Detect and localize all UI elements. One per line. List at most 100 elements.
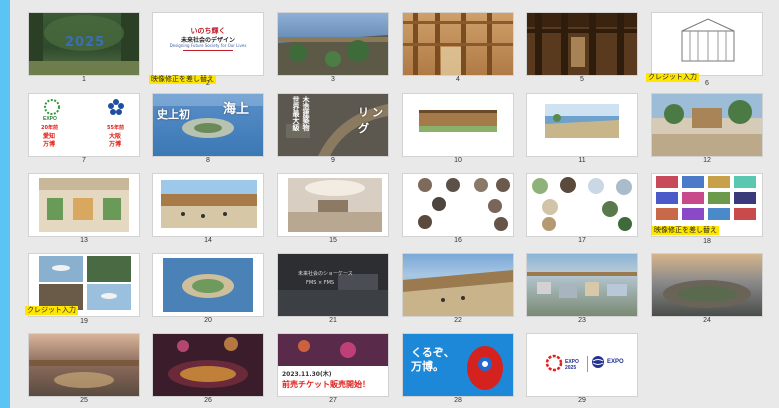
slide-thumbnail[interactable]: 16	[403, 174, 513, 247]
pavilion-photo	[531, 177, 549, 195]
slide-thumbnail[interactable]: 26	[153, 334, 263, 407]
headline-text: リング	[358, 106, 386, 135]
hall-interior-image	[288, 178, 382, 232]
slide-number: 3	[331, 76, 335, 83]
caption-text: 未来社会のショーケース	[298, 271, 353, 277]
logo-text: EXPO	[607, 359, 624, 365]
pavilion-photo	[541, 216, 557, 232]
portrait	[417, 177, 433, 193]
slide-number: 6	[705, 80, 709, 87]
rooftop-garden-image	[278, 35, 388, 75]
title-2025-text: 2025	[65, 35, 106, 50]
slide-thumbnail[interactable]: 22	[403, 254, 513, 327]
slide-thumbnail[interactable]: 24	[652, 254, 762, 327]
credit-note: クレジット入力	[25, 306, 78, 315]
portrait	[417, 214, 433, 230]
pavilion-photo	[601, 200, 619, 218]
pavilion-photo	[617, 216, 633, 232]
slide-preview	[527, 94, 637, 156]
slide-preview	[403, 94, 513, 156]
slide-thumbnail[interactable]: 史上初 海上 8	[153, 94, 263, 167]
slide-thumbnail[interactable]: EXPO 2025 EXPO 29	[527, 334, 637, 407]
slide-thumbnail[interactable]: 23	[527, 254, 637, 327]
slide-number: 7	[82, 157, 86, 164]
slide-preview	[527, 13, 637, 75]
slide-number: 14	[204, 237, 212, 244]
ring-crowd-image	[161, 180, 257, 228]
left-accent-bar	[0, 0, 10, 408]
slide-thumbnail[interactable]: 17	[527, 174, 637, 247]
slide-preview	[403, 174, 513, 236]
slide-thumbnail[interactable]: いのち輝く 未来社会のデザイン Designing Future Society…	[149, 13, 263, 87]
slide-preview	[153, 254, 263, 316]
slide-thumbnail[interactable]: 10	[403, 94, 513, 167]
divider	[587, 356, 588, 372]
slide-thumbnail[interactable]: 13	[29, 174, 139, 247]
slide-thumbnail[interactable]: クレジット入力 6	[646, 13, 762, 87]
slide-preview	[153, 334, 263, 396]
slide-thumbnail[interactable]: EXPO 20年前 愛知 万博 55年前 大阪 万博 7	[29, 94, 139, 167]
slide-thumbnail[interactable]: 世界最大級 木造建築物 リング 9	[278, 94, 388, 167]
ring-walkway-image	[403, 270, 513, 316]
slide-thumbnail[interactable]: 未来社会のショーケース FMS × FMS 21	[278, 254, 388, 327]
slide-sorter-pane[interactable]: 2025 1 いのち輝く 未来社会のデザイン Designing Future …	[10, 0, 779, 408]
slide-thumbnail[interactable]: 14	[153, 174, 263, 247]
slide-number: 18	[703, 238, 711, 245]
portrait	[495, 177, 511, 193]
slide-thumbnail[interactable]: 12	[652, 94, 762, 167]
headline-text: 世界最大級	[292, 96, 300, 131]
slide-number: 26	[204, 397, 212, 404]
slide-number: 28	[454, 397, 462, 404]
slide-thumbnail[interactable]: くるぞ、 万博。 28	[403, 334, 513, 407]
slide-preview	[278, 13, 388, 75]
wooden-columns-image	[527, 13, 637, 75]
slide-thumbnail[interactable]: 20	[153, 254, 263, 327]
slide-thumbnail[interactable]: 11	[527, 94, 637, 167]
slide-preview	[527, 174, 637, 236]
slide-number: 17	[578, 237, 586, 244]
pavilion-photo	[559, 176, 577, 194]
slide-thumbnail[interactable]: 2025 1	[29, 13, 139, 86]
slide-thumbnail[interactable]: 3	[278, 13, 388, 86]
pavilion-photo	[587, 177, 605, 195]
waterfront-image	[545, 104, 619, 138]
evening-plaza-image	[29, 360, 139, 388]
ring-exterior-image	[403, 94, 513, 132]
caption-expo: 万博	[43, 141, 56, 148]
slide-thumbnail[interactable]: クレジット入力 19	[25, 254, 139, 327]
slide-thumbnail[interactable]: 2023.11.30(木) 前売チケット販売開始！ 27	[278, 334, 388, 407]
slide-number: 10	[454, 157, 462, 164]
ticket-headline: 前売チケット販売開始！	[282, 380, 370, 389]
slide-number: 27	[329, 397, 337, 404]
slide-thumbnail[interactable]: 5	[527, 13, 637, 86]
slide-preview	[652, 254, 762, 316]
slide-preview: 史上初 海上	[153, 94, 263, 156]
portrait	[487, 198, 503, 214]
slide-number: 12	[703, 157, 711, 164]
slide-thumbnail[interactable]: 4	[403, 13, 513, 86]
slide-preview	[527, 254, 637, 316]
slide-thumbnail[interactable]: 25	[29, 334, 139, 407]
headline-text: 海上	[223, 102, 250, 117]
slide-english-text: Designing Future Society for Our Lives	[169, 43, 247, 48]
replace-video-note: 映像修正を差し替え	[652, 226, 719, 235]
slide-number: 29	[578, 397, 586, 404]
slide-thumbnail[interactable]: 映像修正を差し替え 18	[652, 174, 762, 247]
divider	[183, 50, 233, 51]
slide-preview	[153, 174, 263, 236]
headline-text: 史上初	[157, 108, 190, 121]
bie-expo-logo-icon	[592, 356, 604, 368]
aichi-expo-logo-icon	[44, 99, 60, 115]
slide-preview	[29, 334, 139, 396]
pavilion-photo	[615, 178, 633, 196]
sunset-aerial-image	[663, 280, 751, 308]
poster-line-2: 万博。	[411, 360, 444, 373]
caption-expo: 万博	[109, 141, 122, 148]
osaka-expo-70-logo-icon	[108, 99, 124, 115]
slide-preview	[403, 254, 513, 316]
slide-number: 4	[456, 76, 460, 83]
slide-number: 2	[206, 80, 210, 87]
slide-number: 16	[454, 237, 462, 244]
slide-thumbnail[interactable]: 15	[278, 174, 388, 247]
slide-preview	[403, 13, 513, 75]
